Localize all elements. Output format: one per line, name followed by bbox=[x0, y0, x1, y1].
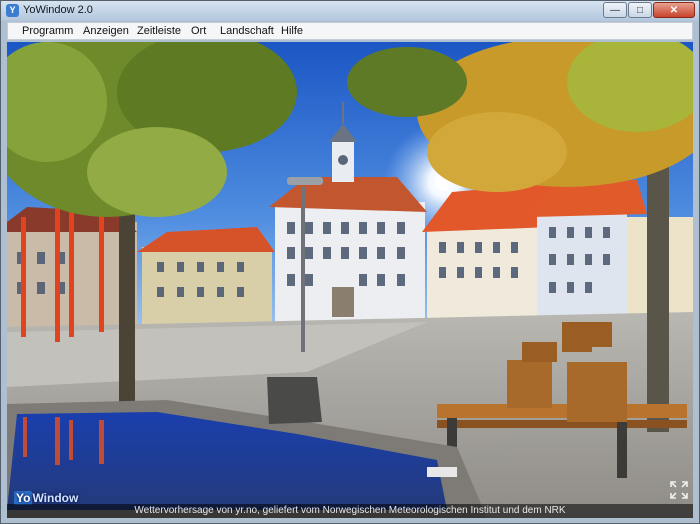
yowindow-logo[interactable]: Yo Window bbox=[14, 491, 78, 505]
menu-landschaft[interactable]: Landschaft bbox=[220, 25, 274, 37]
menu-anzeigen[interactable]: Anzeigen bbox=[83, 25, 129, 37]
logo-suffix: Window bbox=[32, 491, 79, 505]
menu-programm[interactable]: Programm bbox=[22, 25, 73, 37]
fullscreen-icon[interactable] bbox=[669, 480, 689, 500]
menu-hilfe[interactable]: Hilfe bbox=[281, 25, 303, 37]
maximize-button[interactable]: □ bbox=[628, 2, 652, 18]
menu-zeitleiste[interactable]: Zeitleiste bbox=[137, 25, 181, 37]
app-window: Y YoWindow 2.0 — □ ✕ Programm Anzeigen Z… bbox=[0, 0, 700, 524]
weather-scene[interactable]: Yo Window Wettervorhersage von yr.no, gel… bbox=[7, 42, 693, 518]
window-controls: — □ ✕ bbox=[602, 2, 695, 18]
menu-ort[interactable]: Ort bbox=[191, 25, 206, 37]
yowindow-app-icon[interactable]: Y bbox=[6, 4, 19, 17]
landscape-illustration bbox=[7, 42, 693, 518]
forecast-credit[interactable]: Wettervorhersage von yr.no, geliefert vo… bbox=[7, 504, 693, 518]
window-title: YoWindow 2.0 bbox=[23, 4, 93, 16]
menu-bar: Programm Anzeigen Zeitleiste Ort Landsch… bbox=[7, 22, 693, 40]
logo-prefix: Yo bbox=[14, 491, 33, 505]
title-bar[interactable]: Y YoWindow 2.0 — □ ✕ bbox=[1, 1, 699, 21]
minimize-button[interactable]: — bbox=[603, 2, 627, 18]
close-button[interactable]: ✕ bbox=[653, 2, 695, 18]
